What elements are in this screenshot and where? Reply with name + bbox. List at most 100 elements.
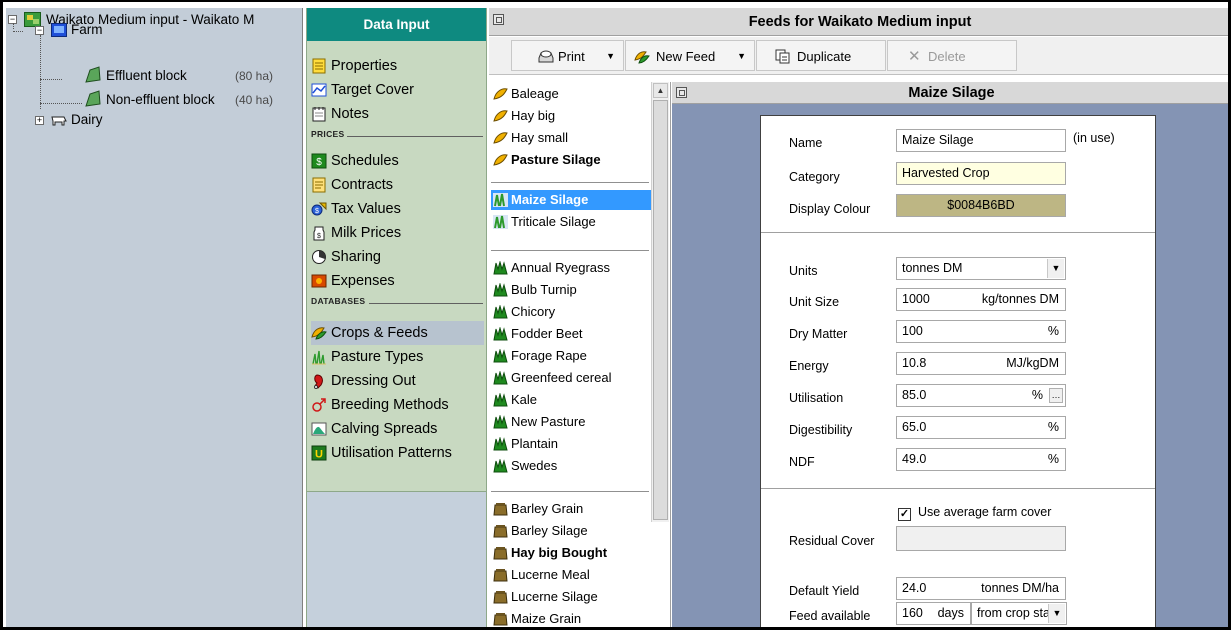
feed-list-item[interactable]: Maize Silage bbox=[491, 190, 651, 210]
feed-bag-icon bbox=[493, 547, 508, 560]
duplicate-icon bbox=[775, 49, 790, 64]
hay-icon bbox=[493, 110, 508, 122]
feed-available-field[interactable]: 160 days bbox=[896, 602, 971, 625]
new-feed-label: New Feed bbox=[656, 49, 716, 64]
pin-icon[interactable] bbox=[493, 14, 504, 25]
name-field[interactable]: Maize Silage bbox=[896, 129, 1066, 152]
digestibility-field[interactable]: 65.0 % bbox=[896, 416, 1066, 439]
energy-unit: MJ/kgDM bbox=[1006, 356, 1059, 370]
svg-text:$: $ bbox=[316, 157, 322, 168]
ndf-field[interactable]: 49.0 % bbox=[896, 448, 1066, 471]
display-colour-swatch[interactable]: $0084B6BD bbox=[896, 194, 1066, 217]
section-divider bbox=[347, 136, 483, 137]
category-field[interactable]: Harvested Crop bbox=[896, 162, 1066, 185]
use-average-checkbox[interactable]: ✓ bbox=[898, 508, 911, 521]
scroll-thumb[interactable] bbox=[653, 100, 668, 520]
tree-item-non-effluent-block[interactable]: Non-effluent block (40 ha) bbox=[6, 90, 303, 110]
delete-button[interactable]: ✕ Delete bbox=[887, 40, 1017, 71]
digestibility-value: 65.0 bbox=[902, 420, 927, 434]
nav-header: Data Input bbox=[307, 8, 486, 41]
feeds-title-bar: Feeds for Waikato Medium input bbox=[489, 8, 1228, 36]
crop-icon bbox=[493, 371, 508, 385]
unit-size-label: Unit Size bbox=[789, 295, 840, 309]
paddock-icon bbox=[85, 90, 101, 107]
cow-icon bbox=[51, 116, 67, 126]
category-label: Category bbox=[789, 170, 840, 184]
utilisation-icon: U bbox=[311, 445, 327, 461]
utilisation-unit: % bbox=[1031, 388, 1043, 402]
feed-name: New Pasture bbox=[511, 414, 586, 429]
digestibility-label: Digestibility bbox=[789, 423, 853, 437]
print-button[interactable]: Print ▼ bbox=[511, 40, 624, 71]
expand-toggle-icon[interactable]: + bbox=[35, 116, 44, 125]
feed-detail-card: Name Maize Silage (in use) Category Harv… bbox=[760, 115, 1156, 627]
feed-list-separator bbox=[491, 182, 649, 183]
nav-item-label: Milk Prices bbox=[331, 225, 402, 241]
feed-available-label: Feed available bbox=[789, 609, 871, 623]
feed-list-separator bbox=[491, 491, 649, 492]
collapse-toggle-icon[interactable]: − bbox=[35, 26, 44, 35]
tree-item-dairy[interactable]: + Dairy bbox=[6, 110, 303, 130]
scroll-up-icon[interactable]: ▲ bbox=[653, 83, 668, 98]
chevron-down-icon[interactable]: ▼ bbox=[1048, 604, 1065, 623]
grass-icon bbox=[312, 350, 326, 365]
feed-bag-icon bbox=[493, 591, 508, 604]
utilisation-field[interactable]: 85.0 % … bbox=[896, 384, 1066, 407]
feed-name: Barley Silage bbox=[511, 523, 588, 538]
nav-item-label: Dressing Out bbox=[331, 373, 416, 389]
residual-cover-field[interactable] bbox=[896, 526, 1066, 551]
energy-field[interactable]: 10.8 MJ/kgDM bbox=[896, 352, 1066, 375]
feed-available-value: 160 bbox=[902, 606, 923, 620]
chevron-down-icon[interactable]: ▼ bbox=[1047, 259, 1064, 278]
pin-icon[interactable] bbox=[676, 87, 687, 98]
digestibility-unit: % bbox=[1047, 420, 1059, 434]
dry-matter-field[interactable]: 100 % bbox=[896, 320, 1066, 343]
crop-icon bbox=[493, 305, 508, 319]
farm-icon bbox=[51, 23, 67, 37]
tree-item-farm[interactable]: − Farm bbox=[6, 20, 303, 40]
feed-name: Triticale Silage bbox=[511, 214, 596, 229]
feed-list-separator bbox=[491, 250, 649, 251]
schedule-icon: $ bbox=[311, 153, 327, 169]
nav-item-label: Target Cover bbox=[331, 82, 415, 98]
feed-name: Lucerne Meal bbox=[511, 567, 590, 582]
delete-icon: ✕ bbox=[908, 48, 921, 65]
default-yield-field[interactable]: 24.0 tonnes DM/ha bbox=[896, 577, 1066, 600]
section-label: PRICES bbox=[311, 129, 345, 139]
energy-label: Energy bbox=[789, 359, 829, 373]
section-divider bbox=[369, 303, 483, 304]
units-select[interactable]: tonnes DM ▼ bbox=[896, 257, 1066, 280]
default-yield-unit: tonnes DM/ha bbox=[981, 581, 1059, 595]
nav-item-label: Notes bbox=[331, 106, 369, 122]
feed-list-scrollbar[interactable]: ▲ bbox=[651, 82, 669, 522]
feed-detail-title: Maize Silage bbox=[908, 85, 995, 101]
feed-name: Hay big bbox=[511, 108, 556, 123]
feed-available-from-select[interactable]: from crop start ▼ bbox=[971, 602, 1067, 625]
default-yield-value: 24.0 bbox=[902, 581, 927, 595]
feed-list: Baleage Hay big Hay small Pasture Silage Mai… bbox=[489, 82, 671, 627]
utilisation-value: 85.0 bbox=[902, 388, 927, 402]
section-databases: DATABASES bbox=[311, 296, 484, 310]
calving-chart-icon bbox=[311, 422, 327, 436]
feed-name: Kale bbox=[511, 392, 538, 407]
unit-size-field[interactable]: 1000 kg/tonnes DM bbox=[896, 288, 1066, 311]
data-input-nav: Data Input Properties Target Cover Notes… bbox=[306, 8, 487, 627]
new-feed-button[interactable]: New Feed ▼ bbox=[625, 40, 755, 71]
tree-item-effluent-block[interactable]: Effluent block (80 ha) bbox=[6, 66, 303, 86]
ndf-unit: % bbox=[1047, 452, 1059, 466]
feeds-panel: Feeds for Waikato Medium input Print ▼ N… bbox=[489, 8, 1228, 627]
units-label: Units bbox=[789, 264, 818, 278]
nav-item-label: Pasture Types bbox=[331, 349, 424, 365]
nav-item-crops-feeds[interactable]: Crops & Feeds bbox=[311, 321, 484, 345]
feed-bag-icon bbox=[493, 525, 508, 538]
default-yield-label: Default Yield bbox=[789, 584, 860, 598]
more-options-icon[interactable]: … bbox=[1049, 388, 1063, 403]
dry-matter-unit: % bbox=[1047, 324, 1059, 338]
feed-bag-icon bbox=[493, 503, 508, 516]
duplicate-button[interactable]: Duplicate bbox=[756, 40, 886, 71]
crops-feeds-icon bbox=[311, 327, 327, 340]
feed-available-from-value: from crop start bbox=[977, 606, 1058, 620]
ndf-value: 49.0 bbox=[902, 452, 927, 466]
block-area: (40 ha) bbox=[235, 93, 274, 107]
nav-item-label: Sharing bbox=[331, 249, 381, 265]
